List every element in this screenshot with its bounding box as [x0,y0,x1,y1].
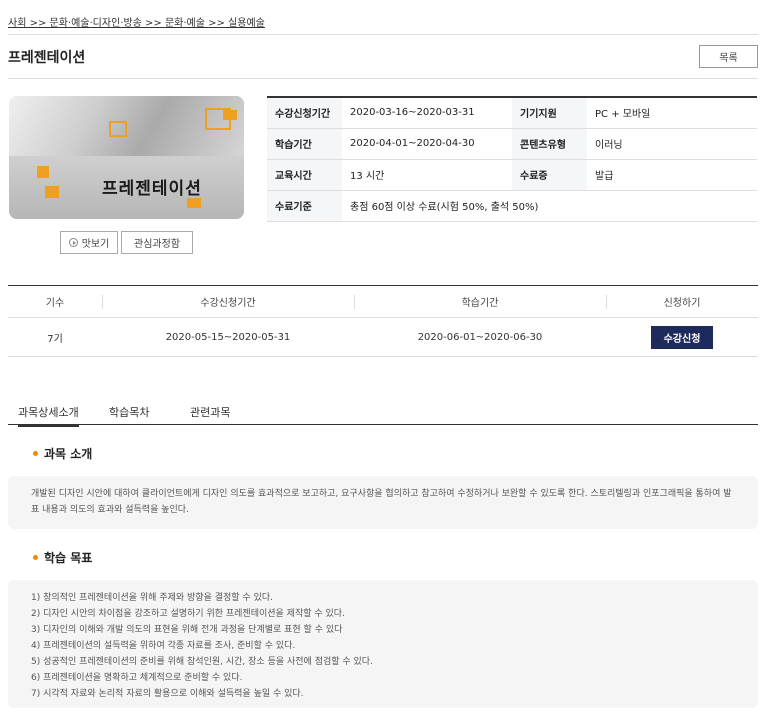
tab-curriculum[interactable]: 학습목차 [109,404,149,420]
preview-button-label: 맛보기 [81,239,110,250]
content-type-label: 콘텐츠유형 [512,128,587,160]
edu-time-value: 13 시간 [342,159,512,191]
schedule-header-term: 기수 [8,285,102,318]
interest-button[interactable]: 관심과정함 [121,231,193,254]
enroll-period-label: 수강신청기간 [267,97,342,129]
divider [8,34,758,35]
page-title: 프레젠테이션 [8,50,86,66]
course-info-table: 수강신청기간 2020-03-16~2020-03-31 기기지원 PC + 모… [267,96,757,222]
goal-item: 2) 디자인 시안의 차이점을 강조하고 설명하기 위한 프레젠테이션을 제작할… [31,609,345,619]
enroll-period-value: 2020-03-16~2020-03-31 [342,97,512,129]
goal-item: 3) 디자인의 이해와 개발 의도의 표현을 위해 전개 과정을 단계별로 표현… [31,625,343,635]
schedule-header-study-period: 학습기간 [354,285,606,318]
table-row: 수강신청기간 2020-03-16~2020-03-31 기기지원 PC + 모… [267,97,757,129]
table-row: 교육시간 13 시간 수료증 발급 [267,159,757,191]
intro-section-title: 과목 소개 [33,445,92,462]
goal-item: 1) 창의적인 프레젠테이션을 위해 주제와 방향을 결정할 수 있다. [31,593,273,603]
schedule-header-enroll-period: 수강신청기간 [102,285,354,318]
goals-section-title: 학습 목표 [33,549,92,566]
divider [8,78,758,79]
criteria-label: 수료기준 [267,190,342,222]
tab-course-detail[interactable]: 과목상세소개 [18,404,79,427]
thumbnail-square-decoration [45,186,59,198]
thumbnail-square-decoration [109,121,127,137]
schedule-study-period: 2020-06-01~2020-06-30 [354,317,606,357]
goal-item: 5) 성공적인 프레젠테이션의 준비를 위해 참석인원, 시간, 장소 등을 사… [31,657,373,667]
thumbnail-label: 프레젠테이션 [102,179,202,199]
apply-button[interactable]: 수강신청 [651,325,713,349]
detail-tabs: 과목상세소개 학습목차 관련과목 [8,400,758,427]
bullet-dot-icon [33,451,38,456]
schedule-table: 기수 수강신청기간 학습기간 신청하기 7기 2020-05-15~2020-0… [8,285,758,357]
goals-title: 학습 목표 [44,551,93,565]
study-period-label: 학습기간 [267,128,342,160]
table-header-row: 기수 수강신청기간 학습기간 신청하기 [8,285,758,318]
schedule-header-apply: 신청하기 [606,285,758,318]
tab-related-courses[interactable]: 관련과목 [190,404,230,420]
criteria-value: 총점 60점 이상 수료(시험 50%, 출석 50%) [342,190,757,222]
intro-text: 개발된 디자인 시안에 대하여 클라이언트에게 디자인 의도를 효과적으로 보고… [31,489,732,515]
certificate-value: 발급 [587,159,757,191]
course-thumbnail: 프레젠테이션 [9,96,244,219]
device-value: PC + 모바일 [587,97,757,129]
bullet-dot-icon [33,555,38,560]
thumbnail-square-decoration [187,198,201,208]
goals-box: 1) 창의적인 프레젠테이션을 위해 주제와 방향을 결정할 수 있다. 2) … [8,580,758,708]
goal-item: 6) 프레젠테이션을 명확하고 체계적으로 준비할 수 있다. [31,673,243,683]
thumbnail-square-decoration [223,110,237,120]
device-label: 기기지원 [512,97,587,129]
list-button[interactable]: 목록 [699,45,758,68]
breadcrumb[interactable]: 사회 >> 문화·예술·디자인·방송 >> 문화·예술 >> 실용예술 [8,14,265,29]
content-type-value: 이러닝 [587,128,757,160]
goal-item: 7) 시각적 자료와 논리적 자료의 활용으로 이해와 설득력을 높일 수 있다… [31,689,304,699]
goal-item: 4) 프레젠테이션의 설득력을 위하여 각종 자료를 조사, 준비할 수 있다. [31,641,296,651]
certificate-label: 수료증 [512,159,587,191]
schedule-apply-cell: 수강신청 [606,317,758,357]
intro-box: 개발된 디자인 시안에 대하여 클라이언트에게 디자인 의도를 효과적으로 보고… [8,476,758,529]
table-row: 수료기준 총점 60점 이상 수료(시험 50%, 출석 50%) [267,190,757,222]
study-period-value: 2020-04-01~2020-04-30 [342,128,512,160]
edu-time-label: 교육시간 [267,159,342,191]
table-row: 7기 2020-05-15~2020-05-31 2020-06-01~2020… [8,317,758,357]
thumbnail-square-decoration [37,166,49,178]
intro-title: 과목 소개 [44,447,93,461]
schedule-term: 7기 [8,317,102,357]
preview-button[interactable]: 맛보기 [60,231,118,254]
play-icon [68,238,78,247]
table-row: 학습기간 2020-04-01~2020-04-30 콘텐츠유형 이러닝 [267,128,757,160]
schedule-enroll-period: 2020-05-15~2020-05-31 [102,317,354,357]
